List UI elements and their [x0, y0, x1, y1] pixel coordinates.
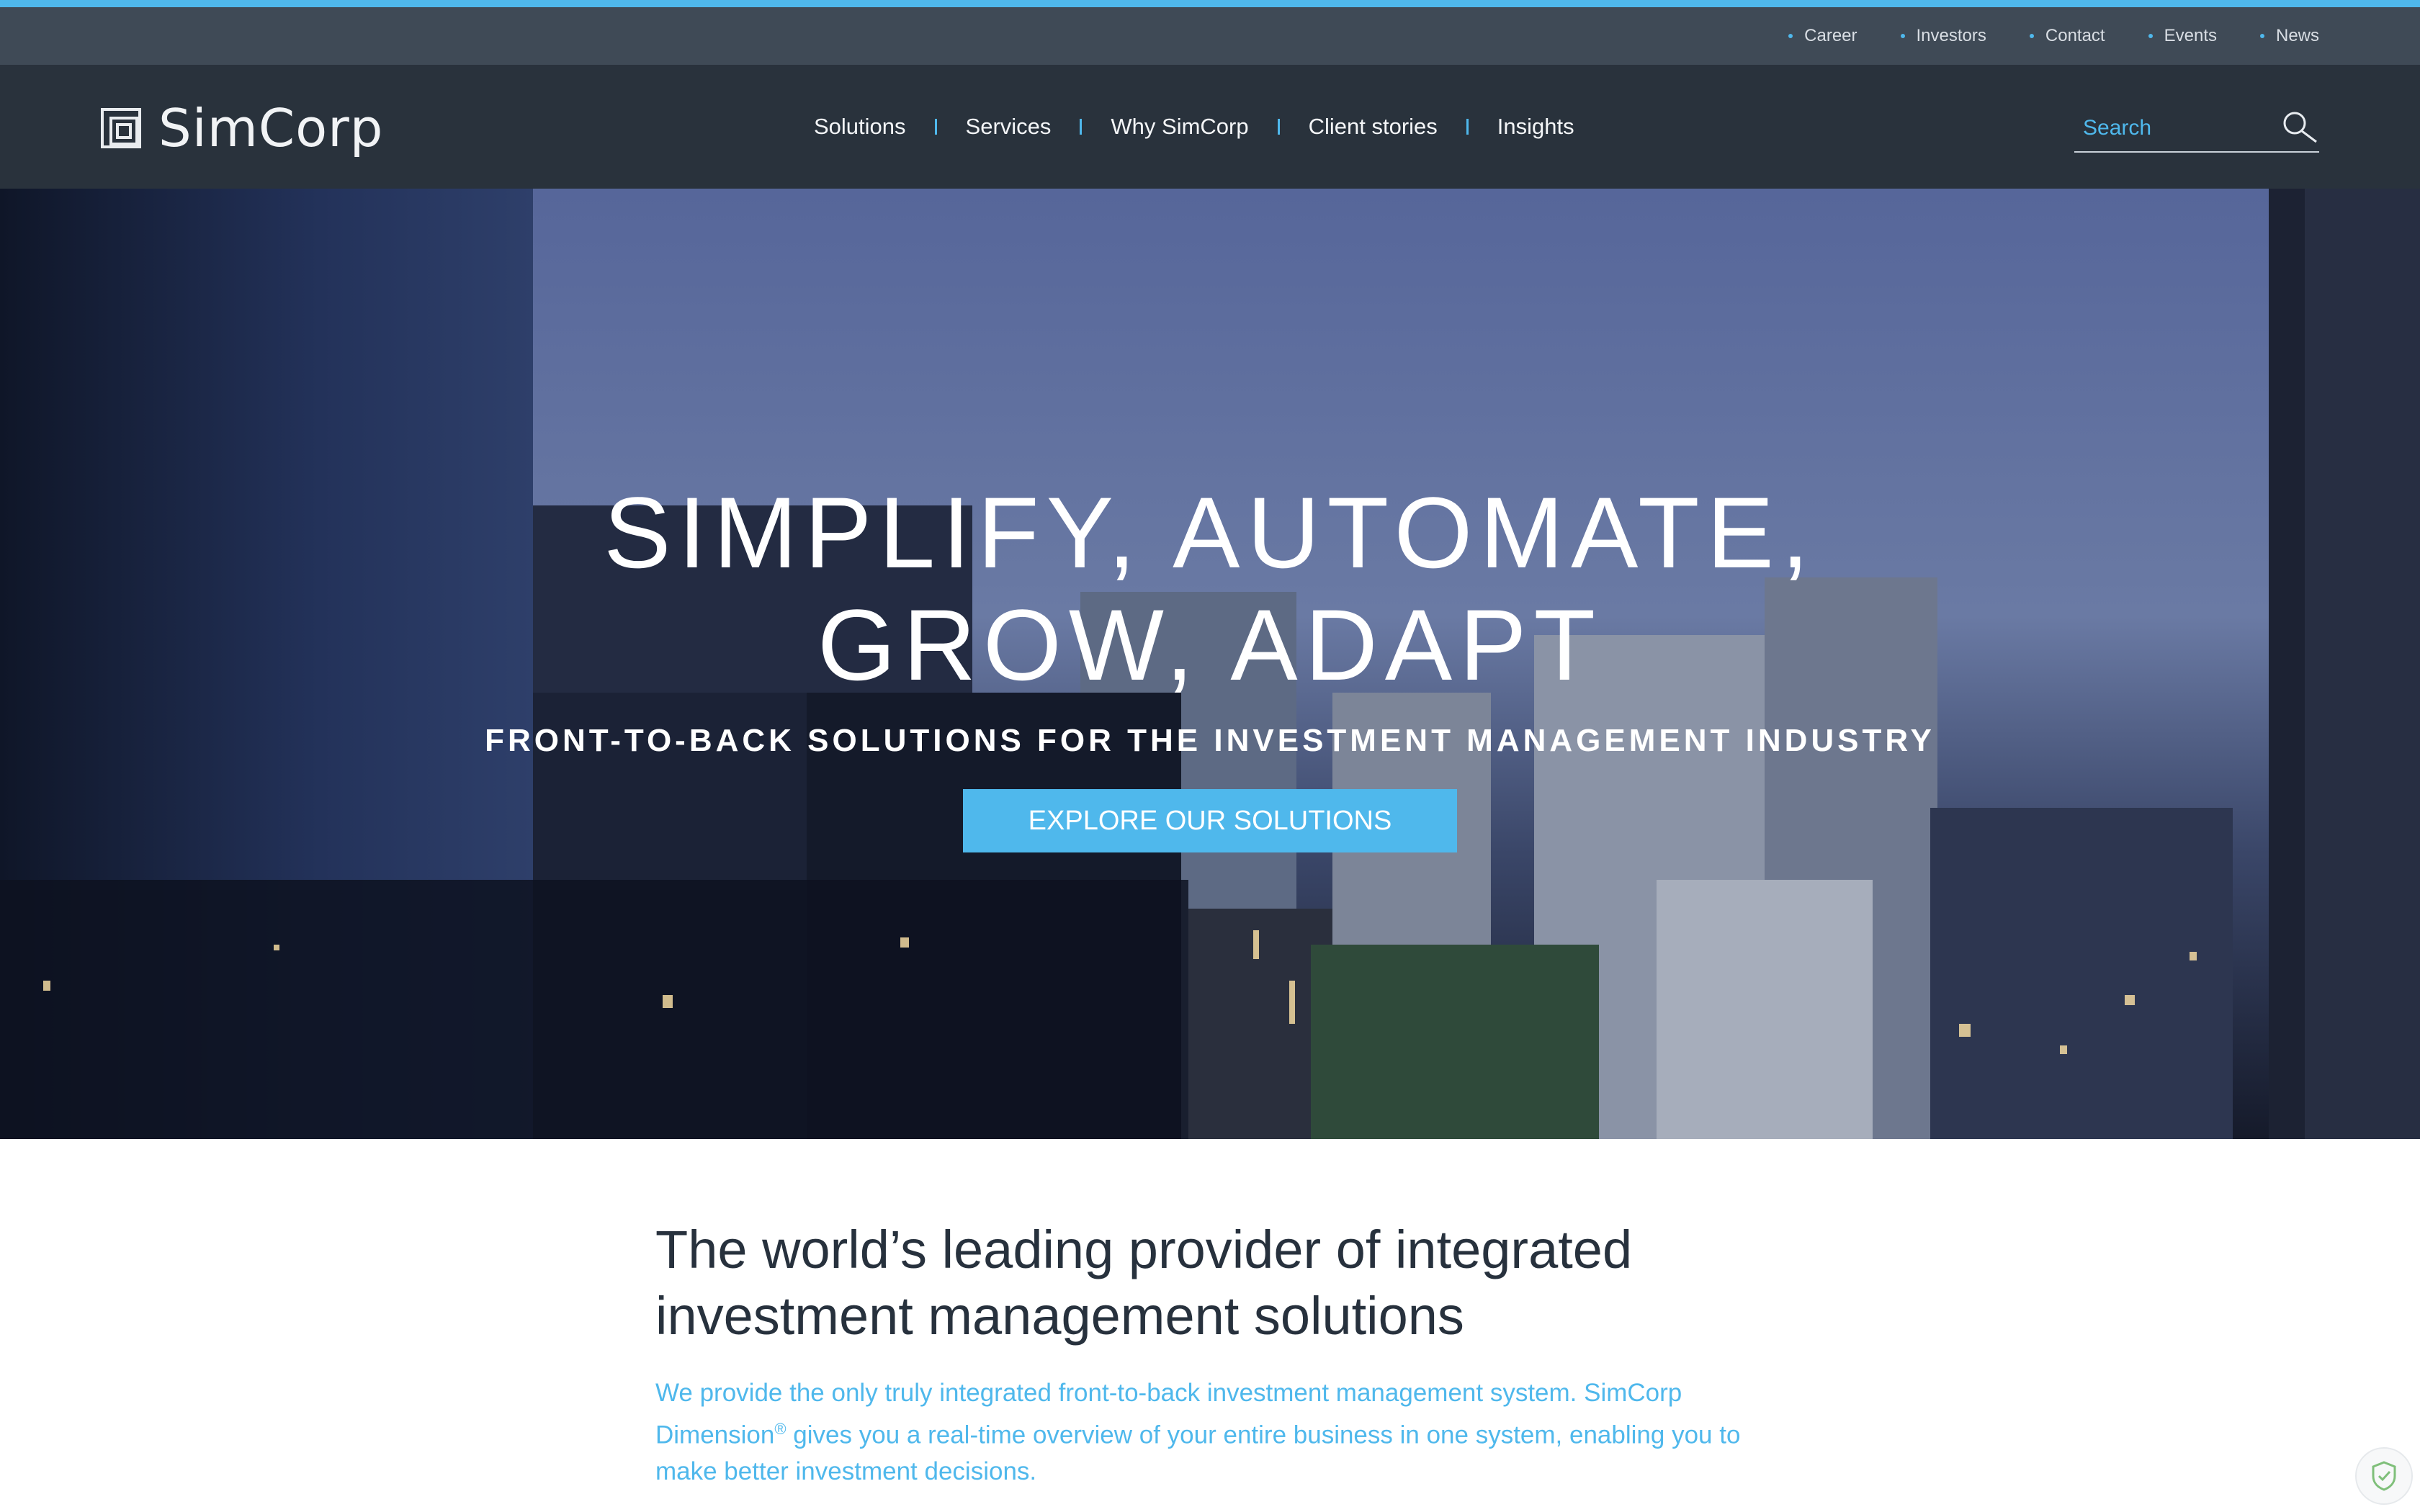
- nav-item-client-stories[interactable]: Client stories: [1280, 114, 1466, 140]
- top-accent-stripe: [0, 0, 2420, 7]
- utility-link-investors[interactable]: Investors: [1900, 26, 1986, 46]
- simcorp-logo[interactable]: SimCorp: [101, 98, 383, 158]
- primary-menu: Solutions Services Why SimCorp Client st…: [785, 65, 1603, 189]
- nav-item-solutions[interactable]: Solutions: [785, 114, 935, 140]
- search-box: [2074, 105, 2319, 153]
- bullet-icon: [1900, 34, 1905, 38]
- nav-item-services[interactable]: Services: [937, 114, 1080, 140]
- bullet-icon: [2148, 34, 2153, 38]
- utility-link-label: News: [2275, 26, 2319, 45]
- explore-solutions-button[interactable]: EXPLORE OUR SOLUTIONS: [963, 789, 1457, 852]
- bullet-icon: [1788, 34, 1793, 38]
- utility-links: Career Investors Contact Events News: [1788, 7, 2319, 65]
- search-input[interactable]: [2074, 116, 2262, 140]
- search-icon[interactable]: [2280, 109, 2319, 148]
- registered-mark: ®: [774, 1420, 786, 1438]
- intro-heading: The world’s leading provider of integrat…: [655, 1217, 1765, 1349]
- hero-banner: SIMPLIFY, AUTOMATE, GROW, ADAPT FRONT-TO…: [0, 189, 2420, 1139]
- hero-title-line1: SIMPLIFY, AUTOMATE,: [604, 476, 1816, 589]
- nav-item-insights[interactable]: Insights: [1469, 114, 1603, 140]
- utility-bar: Career Investors Contact Events News: [0, 7, 2420, 65]
- hero-title: SIMPLIFY, AUTOMATE, GROW, ADAPT: [0, 477, 2420, 701]
- bullet-icon: [2259, 34, 2264, 38]
- simcorp-logo-icon: [101, 108, 141, 148]
- intro-body-part2: gives you a real-time overview of your e…: [655, 1421, 1741, 1485]
- intro-heading-line1: The world’s leading provider of integrat…: [655, 1220, 1633, 1279]
- utility-link-label: Events: [2164, 26, 2217, 45]
- utility-link-career[interactable]: Career: [1788, 26, 1857, 46]
- intro-body: We provide the only truly integrated fro…: [655, 1375, 1765, 1490]
- shield-check-icon: [2372, 1461, 2396, 1491]
- utility-link-events[interactable]: Events: [2148, 26, 2217, 46]
- hero-subtitle: FRONT-TO-BACK SOLUTIONS FOR THE INVESTME…: [485, 723, 1935, 758]
- main-navigation: SimCorp Solutions Services Why SimCorp C…: [0, 65, 2420, 189]
- utility-link-news[interactable]: News: [2259, 26, 2319, 46]
- intro-section: The world’s leading provider of integrat…: [655, 1217, 1765, 1490]
- utility-link-label: Contact: [2045, 26, 2105, 45]
- intro-heading-line2: investment management solutions: [655, 1286, 1464, 1346]
- utility-link-label: Career: [1804, 26, 1857, 45]
- hero-title-line2: GROW, ADAPT: [817, 588, 1603, 701]
- utility-link-contact[interactable]: Contact: [2029, 26, 2105, 46]
- utility-link-label: Investors: [1916, 26, 1986, 45]
- nav-item-why-simcorp[interactable]: Why SimCorp: [1082, 114, 1277, 140]
- privacy-shield-widget[interactable]: [2355, 1447, 2413, 1505]
- bullet-icon: [2029, 34, 2034, 38]
- logo-text: SimCorp: [158, 98, 384, 158]
